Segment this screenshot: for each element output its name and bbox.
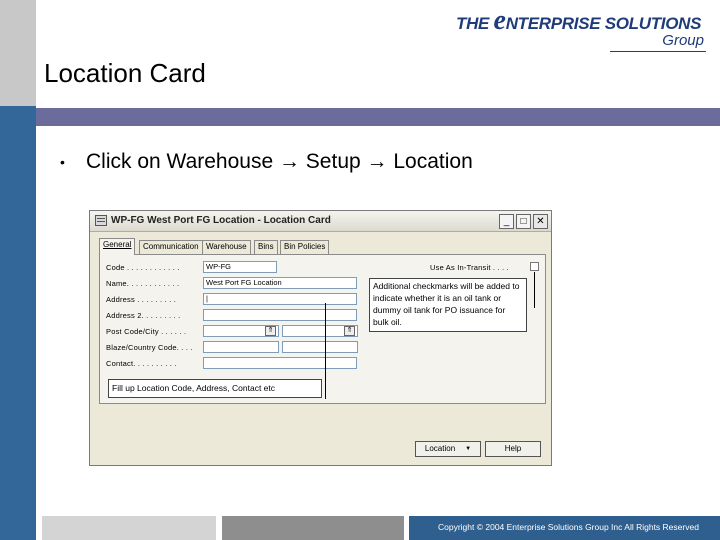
bullet-dot-icon: •	[60, 154, 65, 171]
window-title: WP-FG West Port FG Location - Location C…	[111, 215, 331, 226]
footer-block-light	[42, 516, 216, 540]
callout-fill-up-fields: Fill up Location Code, Address, Contact …	[108, 379, 322, 398]
window-title-bar[interactable]: WP-FG West Port FG Location - Location C…	[90, 211, 551, 232]
country-code-label: Blaze/Country Code. . . .	[106, 343, 193, 352]
logo-enterprise-solutions: NTERPRISE SOLUTIONS	[505, 14, 702, 33]
address2-label: Address 2. . . . . . . . .	[106, 311, 181, 320]
address-label: Address . . . . . . . . .	[106, 295, 177, 304]
contact-input[interactable]	[203, 357, 357, 369]
address-input[interactable]: |	[203, 293, 357, 305]
copyright-text: Copyright © 2004 Enterprise Solutions Gr…	[438, 522, 699, 532]
use-as-in-transit-label: Use As In-Transit . . . .	[430, 263, 509, 272]
company-logo: THE eNTERPRISE SOLUTIONS Group	[456, 7, 712, 56]
address2-input[interactable]	[203, 309, 357, 321]
tab-bins[interactable]: Bins	[254, 240, 278, 254]
close-button[interactable]: ✕	[533, 214, 548, 229]
logo-underline	[610, 51, 706, 52]
logo-e-letter: e	[493, 5, 506, 36]
country-code-input[interactable]	[203, 341, 279, 353]
callout-right-pointer	[534, 272, 535, 308]
footer-block-mid	[222, 516, 404, 540]
logo-the: THE	[456, 14, 490, 33]
code-input[interactable]: WP-FG	[203, 261, 277, 273]
city-lookup-icon[interactable]: ⇑	[344, 326, 355, 336]
code-label: Code . . . . . . . . . . . .	[106, 263, 180, 272]
postcode-city-label: Post Code/City . . . . . .	[106, 327, 187, 336]
callout-left-pointer	[325, 303, 326, 399]
dropdown-arrow-icon: ▼	[465, 446, 472, 452]
use-as-in-transit-checkbox[interactable]	[530, 262, 539, 271]
location-card-window: WP-FG West Port FG Location - Location C…	[89, 210, 552, 466]
bullet-instruction: • Click on Warehouse → Setup → Location	[60, 150, 473, 174]
slide-title: Location Card	[44, 58, 206, 88]
name-input[interactable]: West Port FG Location	[203, 277, 357, 289]
minimize-button[interactable]: _	[499, 214, 514, 229]
bullet-text: Click on Warehouse → Setup → Location	[86, 150, 473, 173]
location-button-label: Location	[424, 444, 456, 454]
tab-bin-policies[interactable]: Bin Policies	[280, 240, 330, 254]
country-code-input-2[interactable]	[282, 341, 358, 353]
callout-additional-checkmarks: Additional checkmarks will be added to i…	[369, 278, 527, 332]
name-label: Name. . . . . . . . . . . .	[106, 279, 180, 288]
logo-group: Group	[662, 32, 704, 49]
tab-general[interactable]: General	[99, 238, 136, 255]
help-button[interactable]: Help	[485, 441, 541, 457]
contact-label: Contact. . . . . . . . . .	[106, 359, 177, 368]
maximize-button[interactable]: □	[516, 214, 531, 229]
location-menu-button[interactable]: Location ▼	[415, 441, 481, 457]
tab-warehouse[interactable]: Warehouse	[202, 240, 251, 254]
tab-communication[interactable]: Communication	[139, 240, 203, 254]
left-accent-bar-top	[0, 0, 36, 106]
form-icon	[95, 215, 107, 226]
title-divider-bar	[36, 108, 720, 126]
postcode-lookup-icon[interactable]: ⇑	[265, 326, 276, 336]
